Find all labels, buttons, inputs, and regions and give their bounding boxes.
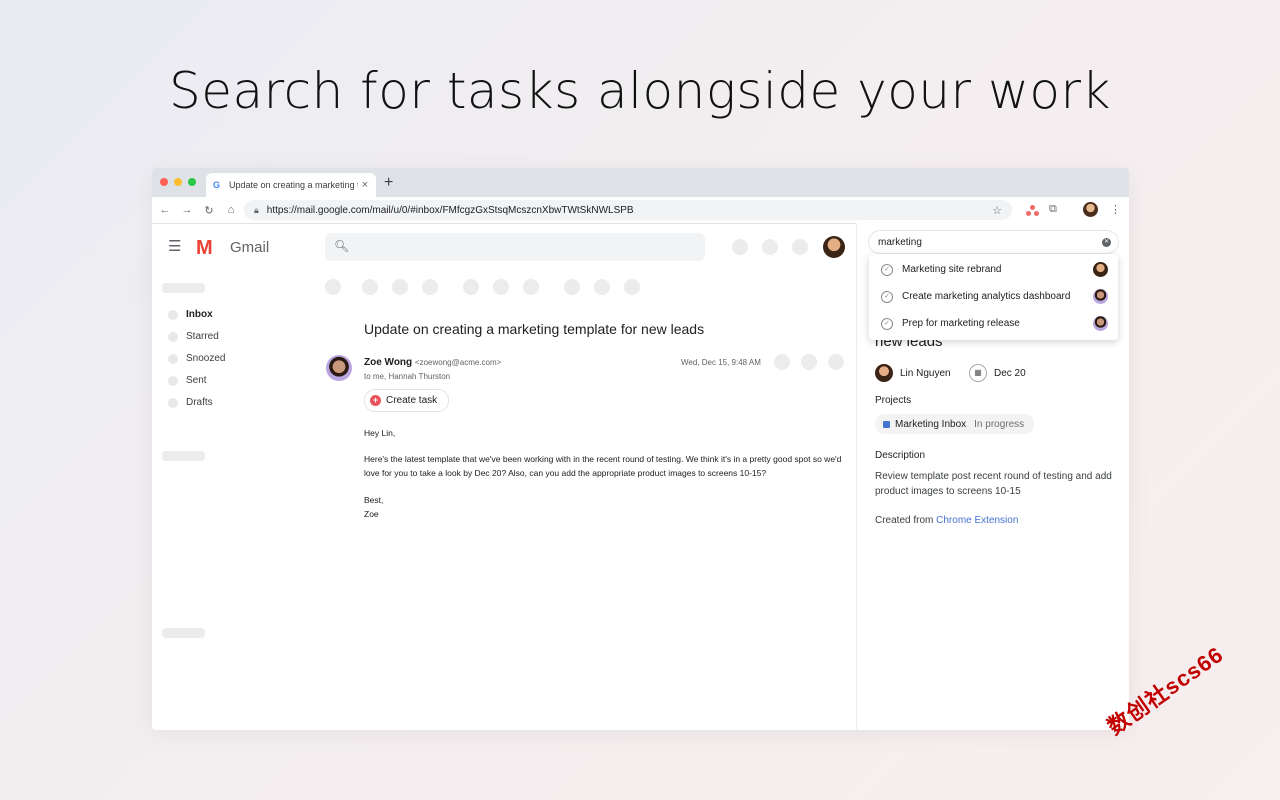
add-task-icon[interactable] bbox=[523, 279, 539, 295]
plus-icon: + bbox=[370, 395, 381, 406]
google-favicon-icon: G bbox=[213, 180, 221, 190]
url-field[interactable]: 🔒︎ https://mail.google.com/mail/u/0/#inb… bbox=[244, 200, 1012, 220]
nav-item-drafts[interactable]: Drafts bbox=[168, 397, 213, 408]
search-results-dropdown: ✓ Marketing site rebrand ✓ Create market… bbox=[869, 254, 1118, 340]
browser-tab[interactable]: G Update on creating a marketing t × bbox=[206, 173, 376, 197]
project-status: In progress bbox=[974, 418, 1025, 430]
sender-avatar bbox=[326, 355, 352, 381]
chrome-menu-icon[interactable]: ⋮ bbox=[1110, 203, 1121, 216]
star-message-icon[interactable] bbox=[774, 354, 790, 370]
profile-avatar[interactable] bbox=[1083, 202, 1098, 217]
search-icon: 🔍︎ bbox=[334, 239, 350, 253]
asana-extension-icon[interactable] bbox=[1026, 205, 1040, 217]
browser-window: G Update on creating a marketing t × + ←… bbox=[152, 168, 1129, 730]
task-description[interactable]: Review template post recent round of tes… bbox=[875, 469, 1120, 499]
assignee-avatar bbox=[875, 364, 893, 382]
project-name: Marketing Inbox bbox=[895, 418, 967, 430]
minimize-window-button[interactable] bbox=[174, 178, 182, 186]
search-result-item[interactable]: ✓ Create marketing analytics dashboard bbox=[881, 283, 1108, 310]
apps-icon[interactable] bbox=[792, 239, 808, 255]
task-due-date[interactable]: ▦ Dec 20 bbox=[969, 364, 1026, 382]
label-icon[interactable] bbox=[594, 279, 610, 295]
gmail-logo-icon[interactable]: M bbox=[196, 237, 213, 260]
report-icon[interactable] bbox=[392, 279, 408, 295]
nav-item-snoozed[interactable]: Snoozed bbox=[168, 353, 225, 364]
task-search-input[interactable]: marketing ✕ bbox=[869, 231, 1118, 253]
check-circle-icon: ✓ bbox=[881, 317, 893, 330]
labels-placeholder bbox=[162, 451, 205, 461]
result-assignee-avatar bbox=[1093, 262, 1108, 277]
more-icon[interactable] bbox=[624, 279, 640, 295]
gmail-brand: Gmail bbox=[230, 239, 270, 256]
back-icon[interactable]: ← bbox=[154, 204, 176, 216]
gmail-page: ☰ M Gmail Inbox Starred Snoozed Sent Dra… bbox=[152, 223, 1129, 730]
window-controls bbox=[160, 178, 196, 186]
search-result-item[interactable]: ✓ Prep for marketing release bbox=[881, 310, 1108, 337]
url-text: https://mail.google.com/mail/u/0/#inbox/… bbox=[266, 204, 634, 216]
new-tab-button[interactable]: + bbox=[384, 174, 393, 192]
nav-item-starred[interactable]: Starred bbox=[168, 331, 219, 342]
project-chip[interactable]: Marketing Inbox In progress bbox=[875, 414, 1035, 434]
forward-icon[interactable]: → bbox=[176, 204, 198, 216]
close-window-button[interactable] bbox=[160, 178, 168, 186]
delete-icon[interactable] bbox=[422, 279, 438, 295]
email-date: Wed, Dec 15, 9:48 AM bbox=[681, 358, 761, 367]
create-task-button[interactable]: + Create task bbox=[364, 389, 450, 412]
tab-bar: G Update on creating a marketing t × + bbox=[152, 168, 1129, 197]
bookmark-star-icon[interactable]: ☆ bbox=[992, 204, 1002, 217]
projects-label: Projects bbox=[875, 395, 912, 406]
reply-icon[interactable] bbox=[801, 354, 817, 370]
check-circle-icon: ✓ bbox=[881, 290, 893, 303]
result-assignee-avatar bbox=[1093, 289, 1108, 304]
check-circle-icon: ✓ bbox=[881, 263, 893, 276]
chrome-extension-link[interactable]: Chrome Extension bbox=[936, 515, 1018, 526]
mark-unread-icon[interactable] bbox=[463, 279, 479, 295]
lock-icon: 🔒︎ bbox=[254, 204, 259, 215]
result-assignee-avatar bbox=[1093, 316, 1108, 331]
maximize-window-button[interactable] bbox=[188, 178, 196, 186]
tab-title: Update on creating a marketing t bbox=[229, 180, 358, 190]
main-menu-icon[interactable]: ☰ bbox=[168, 237, 181, 255]
address-bar: ← → ↻ ⌂ 🔒︎ https://mail.google.com/mail/… bbox=[152, 197, 1129, 224]
headline: Search for tasks alongside your work bbox=[169, 62, 1111, 120]
created-from: Created from Chrome Extension bbox=[875, 515, 1019, 526]
nav-item-sent[interactable]: Sent bbox=[168, 375, 207, 386]
move-icon[interactable] bbox=[564, 279, 580, 295]
meet-placeholder bbox=[162, 628, 205, 638]
tab-close-icon[interactable]: × bbox=[358, 179, 372, 191]
support-icon[interactable] bbox=[732, 239, 748, 255]
recipients: to me, Hannah Thurston bbox=[364, 372, 451, 381]
project-color-icon bbox=[883, 420, 890, 428]
gmail-sidebar: ☰ M Gmail Inbox Starred Snoozed Sent Dra… bbox=[152, 223, 312, 730]
email-paragraph: Here's the latest template that we've be… bbox=[364, 454, 842, 478]
email-signoff: Best, bbox=[364, 495, 384, 505]
back-to-inbox-icon[interactable] bbox=[325, 279, 341, 295]
settings-icon[interactable] bbox=[762, 239, 778, 255]
description-label: Description bbox=[875, 450, 926, 461]
create-task-label: Create task bbox=[386, 395, 438, 406]
nav-item-inbox[interactable]: Inbox bbox=[168, 309, 213, 320]
archive-icon[interactable] bbox=[362, 279, 378, 295]
task-assignee[interactable]: Lin Nguyen bbox=[875, 364, 951, 382]
calendar-icon: ▦ bbox=[969, 364, 987, 382]
asana-panel: marketing ✕ ✓ Marketing site rebrand ✓ C… bbox=[856, 223, 1129, 730]
compose-placeholder bbox=[162, 283, 205, 293]
clear-search-icon[interactable]: ✕ bbox=[1102, 237, 1111, 247]
email-subject: Update on creating a marketing template … bbox=[364, 321, 705, 337]
sender-name: Zoe Wong bbox=[364, 357, 413, 368]
message-more-icon[interactable] bbox=[828, 354, 844, 370]
home-icon[interactable]: ⌂ bbox=[220, 204, 242, 216]
task-search-value: marketing bbox=[878, 236, 922, 248]
email-greeting: Hey Lin, bbox=[364, 428, 396, 438]
snooze-icon[interactable] bbox=[493, 279, 509, 295]
account-avatar[interactable] bbox=[823, 236, 845, 258]
mail-search-input[interactable]: 🔍︎ bbox=[325, 233, 705, 261]
reload-icon[interactable]: ↻ bbox=[198, 204, 220, 217]
email-signature: Zoe bbox=[364, 509, 379, 519]
sender-line: Zoe Wong <zoewong@acme.com> bbox=[364, 357, 501, 368]
search-result-item[interactable]: ✓ Marketing site rebrand bbox=[881, 256, 1108, 283]
sender-email: <zoewong@acme.com> bbox=[414, 358, 502, 367]
extensions-puzzle-icon[interactable]: ⧉ bbox=[1049, 203, 1057, 216]
